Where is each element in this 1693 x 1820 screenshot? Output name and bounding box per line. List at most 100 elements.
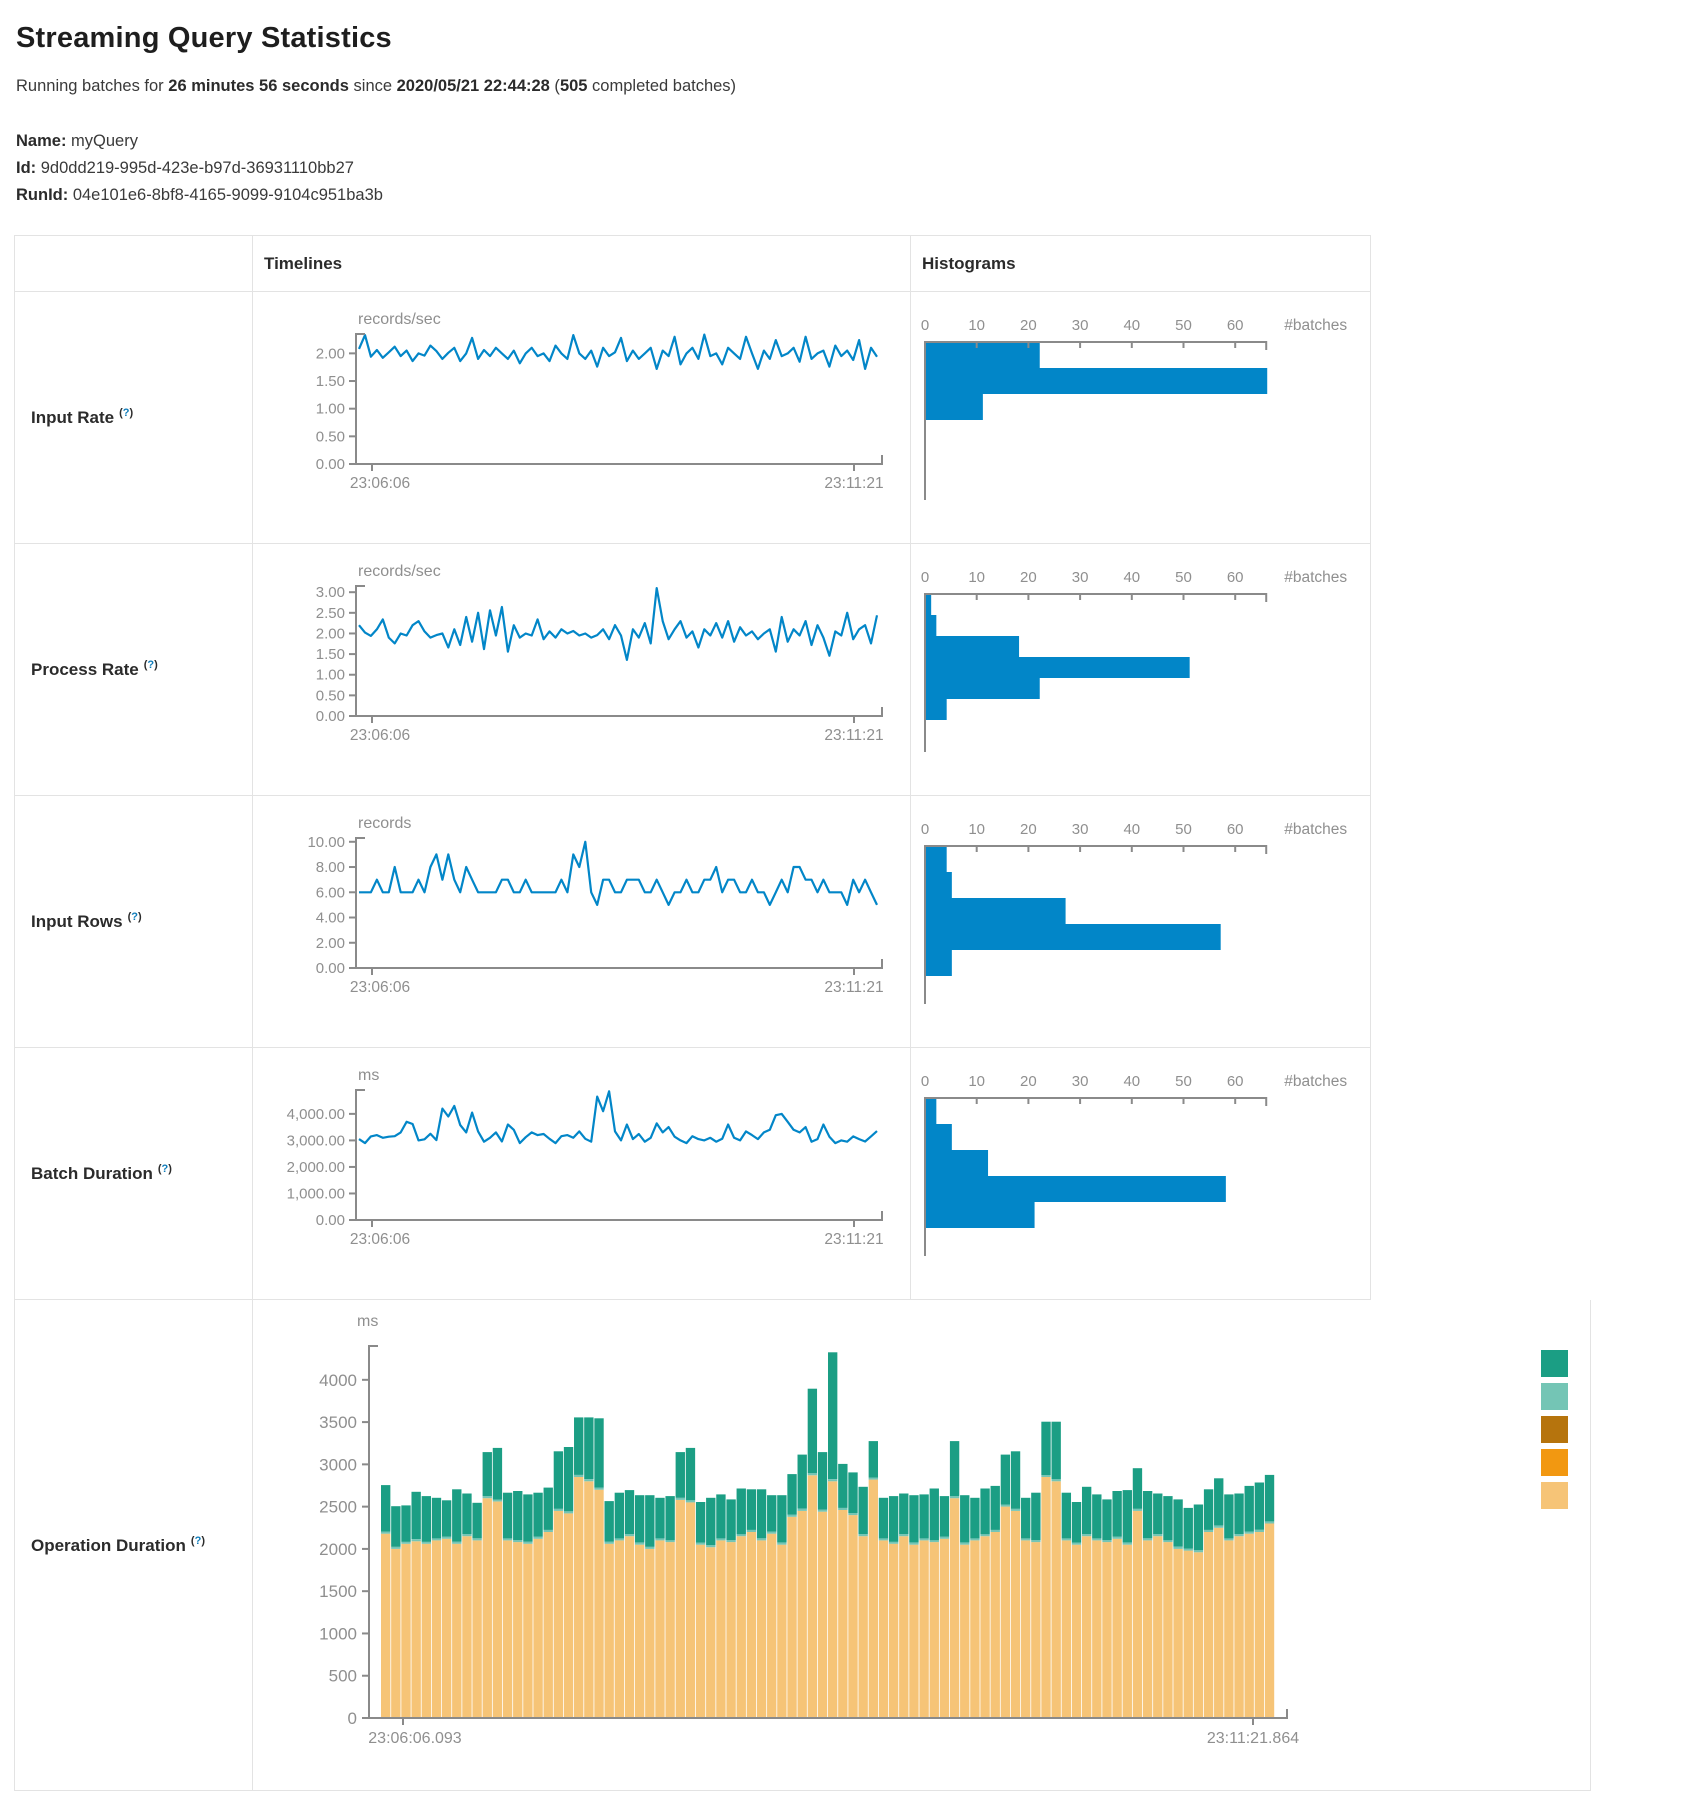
stack-segment-base xyxy=(787,1517,796,1718)
input-rate-help-icon[interactable]: (?) xyxy=(119,407,133,419)
stack-segment-top xyxy=(808,1389,817,1474)
svg-text:1500: 1500 xyxy=(319,1582,357,1601)
stack-segment-top xyxy=(503,1493,512,1539)
stack-segment-sliver xyxy=(1123,1543,1132,1545)
process-rate-help-icon[interactable]: (?) xyxy=(144,659,158,671)
stack-segment-sliver xyxy=(686,1500,695,1502)
stack-segment-base xyxy=(411,1541,420,1718)
stack-segment-sliver xyxy=(493,1499,502,1501)
stack-segment-top xyxy=(747,1489,756,1530)
stack-segment-base xyxy=(737,1536,746,1718)
stack-segment-top xyxy=(828,1352,837,1479)
stack-segment-top xyxy=(1265,1475,1274,1522)
stack-segment-base xyxy=(777,1545,786,1718)
table-row-process-rate: Process Rate(?) records/sec0.000.501.001… xyxy=(14,544,1371,796)
completed-batches-count: 505 xyxy=(560,77,588,95)
stack-segment-sliver xyxy=(1184,1549,1193,1551)
stack-segment-base xyxy=(1041,1477,1050,1718)
stack-segment-sliver xyxy=(513,1540,522,1542)
stack-segment-top xyxy=(452,1489,461,1541)
stack-segment-sliver xyxy=(757,1538,766,1540)
stack-segment-top xyxy=(737,1489,746,1535)
stack-segment-base xyxy=(1112,1539,1121,1718)
stack-segment-base xyxy=(1194,1552,1203,1718)
stack-segment-sliver xyxy=(462,1534,471,1536)
statistics-table: Timelines Histograms Input Rate(?) recor… xyxy=(14,235,1693,1791)
stack-segment-base xyxy=(1163,1542,1172,1718)
stack-segment-base xyxy=(452,1544,461,1718)
stack-segment-sliver xyxy=(615,1538,624,1540)
operation-duration-stacked-chart: ms0500100015002000250030003500400023:06:… xyxy=(253,1306,1589,1784)
input-rate-histogram-chart: 0102030405060#batches xyxy=(911,310,1370,506)
batches-axis-label: #batches xyxy=(1284,821,1347,838)
stack-segment-base xyxy=(1133,1511,1142,1718)
batches-axis-label: #batches xyxy=(1284,569,1347,586)
stack-segment-sliver xyxy=(787,1515,796,1517)
stack-segment-base xyxy=(544,1532,553,1718)
stack-segment-sliver xyxy=(1031,1540,1040,1542)
stack-segment-base xyxy=(1092,1541,1101,1719)
stack-segment-base xyxy=(909,1545,918,1718)
stack-segment-base xyxy=(564,1513,573,1718)
stack-segment-base xyxy=(869,1480,878,1718)
running-duration: 26 minutes 56 seconds xyxy=(168,77,349,95)
stack-segment-top xyxy=(1214,1478,1223,1525)
stack-segment-base xyxy=(1204,1532,1213,1718)
stack-segment-sliver xyxy=(1224,1538,1233,1540)
stack-segment-base xyxy=(838,1510,847,1718)
stack-segment-top xyxy=(726,1499,735,1540)
svg-text:3000: 3000 xyxy=(319,1455,357,1474)
stack-segment-sliver xyxy=(472,1538,481,1540)
x-axis-start-label: 23:06:06 xyxy=(350,475,410,492)
stack-segment-sliver xyxy=(1173,1547,1182,1549)
stack-segment-base xyxy=(625,1536,634,1718)
operation-duration-help-icon[interactable]: (?) xyxy=(191,1535,205,1547)
stack-segment-sliver xyxy=(483,1496,492,1498)
svg-text:2.50: 2.50 xyxy=(316,605,345,622)
stack-segment-base xyxy=(676,1500,685,1718)
stack-segment-base xyxy=(767,1534,776,1718)
input-rows-help-icon[interactable]: (?) xyxy=(128,911,142,923)
stack-segment-top xyxy=(472,1503,481,1539)
stack-segment-base xyxy=(1001,1507,1010,1718)
x-axis-start-label: 23:06:06 xyxy=(350,979,410,996)
x-axis-start-label: 23:06:06 xyxy=(350,727,410,744)
svg-text:1.00: 1.00 xyxy=(316,667,345,684)
stack-segment-base xyxy=(462,1536,471,1718)
svg-text:60: 60 xyxy=(1227,317,1244,334)
stack-segment-top xyxy=(655,1498,664,1539)
x-axis-end-label: 23:11:21 xyxy=(824,979,883,996)
stack-segment-top xyxy=(858,1487,867,1534)
stack-segment-top xyxy=(1072,1502,1081,1543)
stack-segment-base xyxy=(1082,1536,1091,1718)
svg-text:60: 60 xyxy=(1227,1073,1244,1090)
stack-segment-base xyxy=(686,1502,695,1718)
stack-segment-sliver xyxy=(889,1542,898,1544)
stack-segment-top xyxy=(838,1464,847,1508)
stack-segment-top xyxy=(930,1489,939,1541)
svg-text:0.00: 0.00 xyxy=(316,708,345,725)
svg-text:50: 50 xyxy=(1175,821,1192,838)
input-rows-label: Input Rows(?) xyxy=(31,911,142,932)
stack-segment-top xyxy=(1082,1487,1091,1534)
stack-segment-base xyxy=(716,1541,725,1719)
svg-text:50: 50 xyxy=(1175,317,1192,334)
stack-segment-top xyxy=(1153,1494,1162,1535)
stack-segment-base xyxy=(1153,1536,1162,1718)
svg-text:2.00: 2.00 xyxy=(316,625,345,642)
stack-segment-base xyxy=(889,1544,898,1718)
axis-lines xyxy=(356,586,882,716)
stack-segment-base xyxy=(635,1545,644,1718)
stack-segment-sliver xyxy=(625,1534,634,1536)
stack-segment-base xyxy=(645,1549,654,1718)
stack-segment-top xyxy=(523,1494,532,1541)
svg-text:60: 60 xyxy=(1227,821,1244,838)
stack-segment-base xyxy=(818,1512,827,1718)
batch-duration-help-icon[interactable]: (?) xyxy=(158,1163,172,1175)
x-axis-start-label: 23:06:06.093 xyxy=(368,1730,462,1747)
stack-segment-sliver xyxy=(960,1543,969,1545)
stack-segment-base xyxy=(970,1541,979,1719)
stack-segment-base xyxy=(1011,1511,1020,1718)
batches-axis-label: #batches xyxy=(1284,1073,1347,1090)
stack-segment-base xyxy=(1184,1551,1193,1718)
